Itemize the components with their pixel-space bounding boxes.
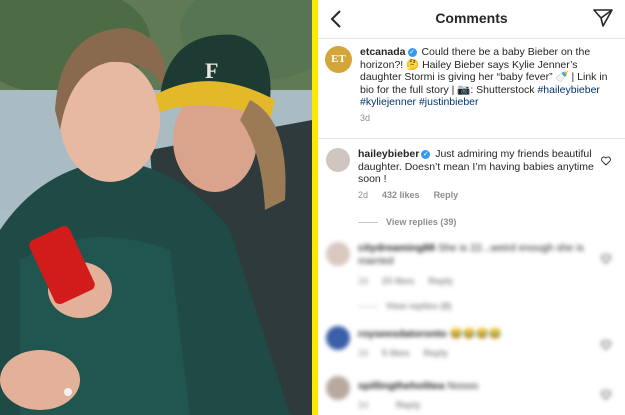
avatar[interactable] — [326, 148, 350, 172]
comment-body: Noooo — [447, 380, 479, 392]
comment-item: citydreaming88 She is 22...weird enough … — [318, 238, 625, 316]
comment-username[interactable]: citydreaming88 — [358, 242, 435, 254]
view-replies-button[interactable]: View replies (8) — [358, 301, 451, 311]
comment-item: spillingtheholitea Noooo 2d Reply — [318, 372, 625, 415]
reply-button[interactable]: Reply — [434, 190, 459, 200]
comment-item: haileybieber ✓ Just admiring my friends b… — [318, 140, 625, 240]
comment-time: 2d — [358, 400, 369, 410]
comment-text: haileybieber ✓ Just admiring my friends b… — [358, 148, 598, 186]
heart-icon[interactable] — [601, 156, 611, 166]
post-caption: ET etcanada ✓ Could there be a baby Biebe… — [318, 38, 625, 139]
verified-icon: ✓ — [407, 47, 417, 57]
avatar[interactable] — [326, 376, 350, 400]
etcanada-avatar[interactable]: ET — [325, 46, 352, 73]
comment-likes[interactable]: 5 likes — [382, 348, 410, 358]
verified-icon: ✓ — [421, 149, 431, 159]
comment-likes[interactable]: 432 likes — [382, 190, 420, 200]
comment-meta: 2d 5 likes Reply — [358, 348, 462, 358]
reply-button[interactable]: Reply — [429, 276, 454, 286]
heart-icon[interactable] — [601, 390, 611, 400]
comment-time: 2d — [358, 348, 369, 358]
heart-icon[interactable] — [601, 254, 611, 264]
heart-icon[interactable] — [601, 340, 611, 350]
caption-timestamp: 3d — [360, 113, 371, 123]
reply-button[interactable]: Reply — [396, 400, 421, 410]
comment-text: citydreaming88 She is 22...weird enough … — [358, 242, 598, 267]
post-photo: F — [0, 0, 312, 415]
comment-text: spillingtheholitea Noooo — [358, 380, 598, 393]
comment-username[interactable]: royseesdatoronto — [358, 328, 447, 340]
comments-panel: Comments ET etcanada ✓ Could there be a b… — [318, 0, 625, 415]
top-bar: Comments — [318, 0, 625, 39]
paper-plane-icon[interactable] — [593, 8, 613, 28]
comment-username[interactable]: spillingtheholitea — [358, 380, 444, 392]
comment-username[interactable]: haileybieber — [358, 148, 419, 160]
page-title: Comments — [435, 10, 508, 26]
comment-meta: 2d 432 likes Reply — [358, 190, 472, 200]
avatar[interactable] — [326, 326, 350, 350]
caption-username[interactable]: etcanada — [360, 46, 406, 58]
avatar[interactable] — [326, 242, 350, 266]
caption-text: etcanada ✓ Could there be a baby Bieber o… — [360, 46, 618, 109]
comment-text: royseesdatoronto 😂😂😂😂 — [358, 328, 598, 341]
comment-time: 2d — [358, 190, 369, 200]
view-replies-button[interactable]: View replies (39) — [358, 217, 456, 227]
comment-item: royseesdatoronto 😂😂😂😂 2d 5 likes Reply — [318, 322, 625, 367]
comment-likes[interactable]: 23 likes — [382, 276, 415, 286]
comment-meta: 2d Reply — [358, 400, 435, 410]
comment-meta: 2d 23 likes Reply — [358, 276, 467, 286]
reply-button[interactable]: Reply — [424, 348, 449, 358]
comment-time: 2d — [358, 276, 369, 286]
comment-body: 😂😂😂😂 — [449, 328, 502, 340]
svg-text:F: F — [205, 58, 218, 83]
